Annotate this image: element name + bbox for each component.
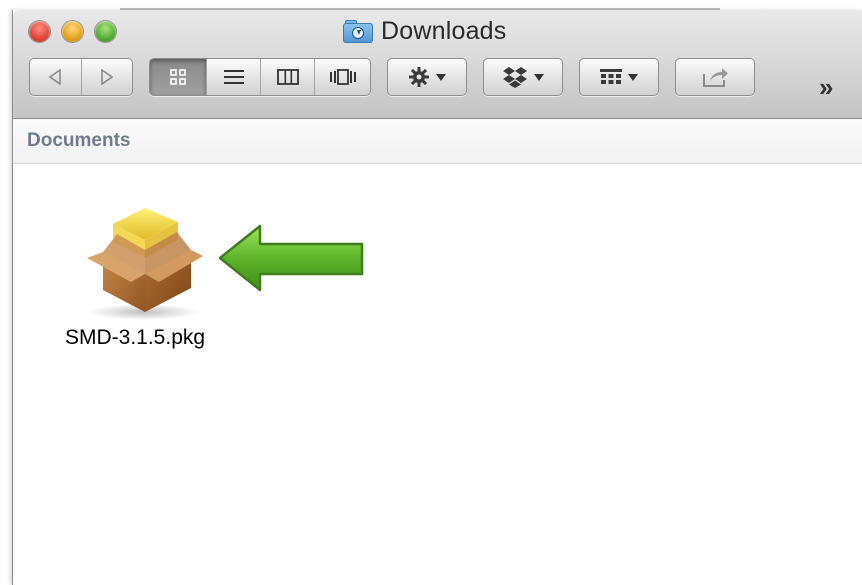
chevron-down-icon xyxy=(628,73,638,81)
zoom-button[interactable] xyxy=(95,21,116,42)
icon-view-icon xyxy=(170,69,186,85)
gear-icon xyxy=(409,67,429,87)
path-bar-label[interactable]: Documents xyxy=(27,130,130,152)
close-button[interactable] xyxy=(29,21,50,42)
cover-flow-icon xyxy=(329,69,356,85)
arrange-grid-icon xyxy=(600,69,622,84)
back-button[interactable] xyxy=(30,59,81,95)
column-view-icon xyxy=(276,69,299,85)
chevron-down-icon xyxy=(534,73,544,81)
dropbox-icon xyxy=(503,67,527,88)
back-arrow-icon xyxy=(49,69,62,85)
window-title-area: Downloads xyxy=(343,16,506,46)
list-view-icon xyxy=(223,70,244,84)
back-forward-control xyxy=(29,58,133,96)
dropbox-menu-button[interactable] xyxy=(483,58,563,96)
forward-button[interactable] xyxy=(80,59,132,95)
share-icon xyxy=(703,68,728,87)
icon-view-button[interactable] xyxy=(150,59,206,95)
file-name-label: SMD-3.1.5.pkg xyxy=(65,326,206,349)
downloads-folder-icon xyxy=(343,19,373,43)
forward-arrow-icon xyxy=(101,69,114,85)
traffic-lights xyxy=(29,21,116,42)
finder-window: Downloads » Documents SMD-3.1.5.pkg xyxy=(12,10,862,585)
chevron-down-icon xyxy=(436,73,446,81)
cover-flow-button[interactable] xyxy=(314,59,370,95)
action-menu-button[interactable] xyxy=(387,58,467,96)
share-button[interactable] xyxy=(675,58,755,96)
cropped-text-edge xyxy=(120,0,720,10)
toolbar-overflow-button[interactable]: » xyxy=(819,72,834,103)
minimize-button[interactable] xyxy=(62,21,83,42)
green-left-arrow-icon xyxy=(218,224,364,292)
window-title: Downloads xyxy=(381,16,507,45)
path-bar: Documents xyxy=(13,119,862,164)
view-mode-control xyxy=(149,58,371,96)
toolbar-controls: » xyxy=(29,58,859,102)
arrange-menu-button[interactable] xyxy=(579,58,659,96)
column-view-button[interactable] xyxy=(260,59,314,95)
window-toolbar: Downloads » xyxy=(13,10,862,119)
file-browser-area: SMD-3.1.5.pkg xyxy=(13,164,862,585)
list-view-button[interactable] xyxy=(206,59,260,95)
